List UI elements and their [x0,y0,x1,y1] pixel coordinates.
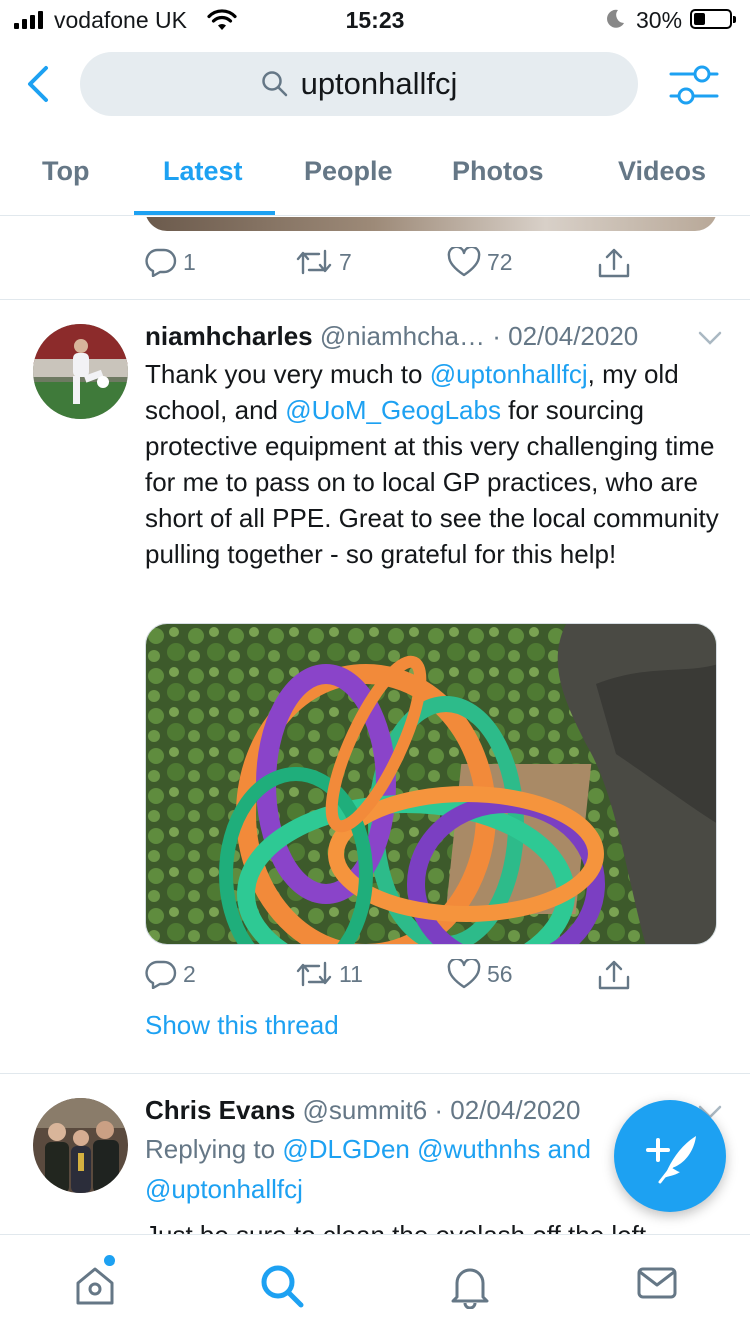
retweet-icon [296,249,332,275]
like-button[interactable]: 72 [447,247,513,277]
reply-count: 1 [183,248,196,275]
status-bar: vodafone UK 15:23 30% [0,0,750,42]
mention-link[interactable]: @uptonhallfcj [430,359,588,389]
ppe-visor-photo [146,624,716,944]
retweet-icon [296,961,332,987]
tab-top[interactable]: Top [42,156,89,187]
search-bar[interactable]: uptonhallfcj [80,52,638,116]
tweet-feed[interactable]: 1 7 72 niamhcharles @niamhcha… · 02/04/2… [0,217,750,1234]
reply-button[interactable]: 2 [145,959,196,989]
share-icon [598,960,630,990]
bottom-navigation [0,1234,750,1334]
search-icon [261,71,287,97]
tweet-text-part: Thank you very much to [145,359,430,389]
reply-icon [145,248,177,277]
tweet-divider [0,1073,750,1074]
active-tab-indicator [134,211,275,215]
tweet-divider [0,299,750,300]
like-icon [447,959,481,989]
mention-link[interactable]: @uptonhallfcj [145,1174,303,1204]
avatar[interactable] [33,1098,128,1193]
tweet-media-image[interactable] [145,623,717,945]
tab-latest[interactable]: Latest [163,156,243,187]
compose-tweet-button[interactable] [614,1100,726,1212]
messages-icon[interactable] [636,1263,678,1303]
tweet-actions: 2 11 56 [145,959,645,995]
tweet-date: · 02/04/2020 [492,321,639,351]
explore-icon[interactable] [259,1263,305,1309]
display-name[interactable]: Chris Evans [145,1095,295,1125]
username[interactable]: @summit6 [303,1095,428,1125]
like-count: 56 [487,960,513,987]
tab-people[interactable]: People [304,156,393,187]
avatar-image [33,1098,128,1193]
tweet-header: Chris Evans @summit6 · 02/04/2020 [145,1095,580,1126]
mention-link[interactable]: @wuthnhs [417,1134,540,1164]
search-query[interactable]: uptonhallfcj [301,66,458,102]
retweet-button[interactable]: 7 [295,247,352,277]
tweet-date: · 02/04/2020 [434,1095,581,1125]
home-icon[interactable] [72,1263,118,1307]
filter-icon[interactable] [668,64,720,106]
back-arrow-icon[interactable] [22,62,58,106]
previous-tweet-image[interactable] [145,217,717,231]
tweet-text: Just be sure to clean the eyelash off th… [145,1217,720,1234]
share-button[interactable] [597,959,631,991]
reply-and-text: and [540,1134,591,1164]
mention-link[interactable]: @DLGDen [282,1134,410,1164]
battery-icon [690,9,736,29]
chevron-down-icon[interactable] [698,331,722,345]
avatar[interactable] [33,324,128,419]
retweet-count: 7 [339,248,352,275]
moon-icon [607,9,624,28]
reply-button[interactable]: 1 [145,247,196,277]
tweet-header: niamhcharles @niamhcha… · 02/04/2020 [145,321,638,352]
share-icon [598,248,630,278]
show-thread-link[interactable]: Show this thread [145,1010,339,1041]
like-count: 72 [487,248,513,275]
tab-videos[interactable]: Videos [618,156,706,187]
tweet-text: Thank you very much to @uptonhallfcj, my… [145,356,720,572]
avatar-image [33,324,128,419]
reply-icon [145,960,177,989]
retweet-button[interactable]: 11 [295,959,363,989]
compose-icon [646,1136,696,1184]
reply-count: 2 [183,960,196,987]
like-button[interactable]: 56 [447,959,513,989]
like-icon [447,247,481,277]
notifications-icon[interactable] [447,1263,493,1309]
display-name[interactable]: niamhcharles [145,321,313,351]
share-button[interactable] [597,247,631,279]
search-tabs: Top Latest People Photos Videos [0,140,750,216]
home-notification-dot [104,1255,115,1266]
mention-link[interactable]: @UoM_GeogLabs [285,395,501,425]
tweet-text-part: Just be sure to clean the eyelash off th… [145,1220,646,1234]
previous-tweet-actions: 1 7 72 [145,247,645,283]
replying-prefix: Replying to [145,1134,283,1164]
tab-photos[interactable]: Photos [452,156,544,187]
battery-percentage: 30% [636,7,683,33]
retweet-count: 11 [339,960,363,987]
username[interactable]: @niamhcha… [320,321,485,351]
